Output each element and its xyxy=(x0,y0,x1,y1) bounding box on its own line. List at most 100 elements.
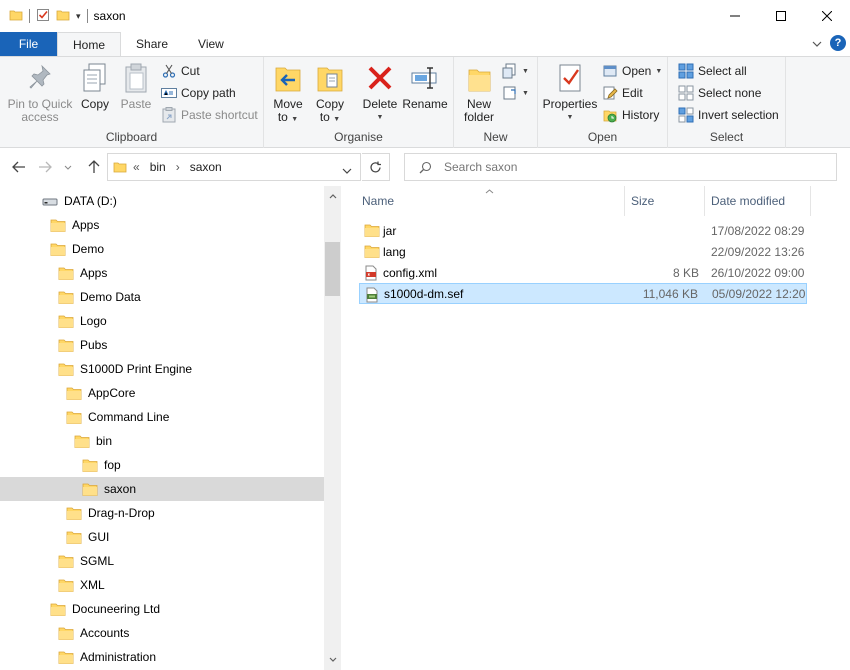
select-all-button[interactable]: Select all xyxy=(678,61,747,81)
tree-item-apps[interactable]: Apps xyxy=(0,213,324,237)
customize-toolbar-icon[interactable]: ▾ xyxy=(76,11,81,22)
tree-item-logo[interactable]: Logo xyxy=(0,309,324,333)
copy-button[interactable]: Copy xyxy=(78,61,112,111)
easy-access-button[interactable]: ▼ xyxy=(502,83,529,103)
folder-icon[interactable] xyxy=(9,8,23,25)
maximize-button[interactable] xyxy=(758,0,804,32)
copy-to-button[interactable]: Copy to ▼ xyxy=(312,61,348,126)
new-item-button[interactable]: ▼ xyxy=(502,61,529,81)
overflow-chevrons[interactable]: « xyxy=(133,160,140,174)
delete-button[interactable]: Delete ▼ xyxy=(360,61,400,124)
folder-icon xyxy=(66,506,82,520)
folder-icon xyxy=(66,530,82,544)
tree-item-command-line[interactable]: Command Line xyxy=(0,405,324,429)
tree-item-gui[interactable]: GUI xyxy=(0,525,324,549)
tree-item-drag-n-drop[interactable]: Drag-n-Drop xyxy=(0,501,324,525)
paste-shortcut-button[interactable]: Paste shortcut xyxy=(161,105,258,125)
tree-item-label: AppCore xyxy=(88,386,136,400)
address-bar[interactable]: « bin › saxon xyxy=(107,153,361,181)
file-row[interactable]: jar 17/08/2022 08:29 xyxy=(359,220,807,241)
column-header-size[interactable]: Size xyxy=(631,186,654,216)
select-none-button[interactable]: Select none xyxy=(678,83,761,103)
pin-to-quick-access-button[interactable]: Pin to Quick access xyxy=(5,61,75,124)
scrollbar-thumb[interactable] xyxy=(325,242,340,296)
back-button[interactable] xyxy=(9,157,29,177)
breadcrumb-separator[interactable]: › xyxy=(176,160,180,174)
tree-item-saxon[interactable]: saxon xyxy=(0,477,324,501)
scroll-down-icon[interactable] xyxy=(324,651,341,668)
ribbon-tabs: File Home Share View ? xyxy=(0,32,850,56)
tab-home[interactable]: Home xyxy=(57,32,122,56)
tab-share[interactable]: Share xyxy=(121,32,183,56)
tree-item-pubs[interactable]: Pubs xyxy=(0,333,324,357)
invert-selection-button[interactable]: Invert selection xyxy=(678,105,779,125)
column-separator[interactable] xyxy=(810,186,811,216)
cut-button[interactable]: Cut xyxy=(161,61,200,81)
column-header-name[interactable]: Name xyxy=(362,186,394,216)
expand-ribbon-icon[interactable] xyxy=(812,36,822,50)
properties-icon xyxy=(554,61,586,95)
minimize-button[interactable] xyxy=(712,0,758,32)
paste-icon xyxy=(120,61,152,95)
properties-check-icon[interactable] xyxy=(36,8,50,25)
tree-item-demo-data[interactable]: Demo Data xyxy=(0,285,324,309)
select-group-label: Select xyxy=(709,130,744,144)
breadcrumb-saxon[interactable]: saxon xyxy=(190,160,222,174)
close-button[interactable] xyxy=(804,0,850,32)
tree-item-appcore[interactable]: AppCore xyxy=(0,381,324,405)
title-bar: ▾ saxon xyxy=(0,0,850,32)
organise-group: Move to ▼ Copy to ▼ Delete ▼ Rename Orga… xyxy=(264,57,454,148)
tree-item-accounts[interactable]: Accounts xyxy=(0,621,324,645)
breadcrumb-bin[interactable]: bin xyxy=(150,160,166,174)
column-separator[interactable] xyxy=(704,186,705,216)
scroll-up-icon[interactable] xyxy=(324,188,341,205)
tree-item-administration[interactable]: Administration xyxy=(0,645,324,669)
tree-item-bin[interactable]: bin xyxy=(0,429,324,453)
file-row[interactable]: lang 22/09/2022 13:26 xyxy=(359,241,807,262)
recent-locations-icon[interactable] xyxy=(61,157,75,177)
up-button[interactable] xyxy=(84,157,104,177)
tree-item-xml[interactable]: XML xyxy=(0,573,324,597)
copy-path-button[interactable]: Copy path xyxy=(161,83,236,103)
open-button[interactable]: Open ▼ xyxy=(602,61,662,81)
new-folder-button[interactable]: New folder xyxy=(460,61,498,124)
history-button[interactable]: History xyxy=(602,105,659,125)
open-dropdown-icon: ▼ xyxy=(655,67,663,75)
folder-icon xyxy=(74,434,90,448)
tree-item-label: XML xyxy=(80,578,105,592)
copy-to-label-line2: to ▼ xyxy=(319,110,341,124)
clipboard-group-label: Clipboard xyxy=(105,130,158,144)
tree-item-s1000d-print-engine[interactable]: S1000D Print Engine xyxy=(0,357,324,381)
tree-item-fop[interactable]: fop xyxy=(0,453,324,477)
tree-item-docuneering-ltd[interactable]: Docuneering Ltd xyxy=(0,597,324,621)
move-to-button[interactable]: Move to ▼ xyxy=(270,61,306,126)
tab-file[interactable]: File xyxy=(0,32,57,56)
folder-icon xyxy=(58,338,74,352)
file-row[interactable]: config.xml 8 KB 26/10/2022 09:00 xyxy=(359,262,807,283)
refresh-button[interactable] xyxy=(362,153,390,181)
tree-item-demo[interactable]: Demo xyxy=(0,237,324,261)
folder-icon xyxy=(58,578,74,592)
forward-button[interactable] xyxy=(35,157,55,177)
history-label: History xyxy=(622,108,660,122)
toolbar-separator xyxy=(29,9,30,23)
properties-button[interactable]: Properties ▼ xyxy=(542,61,598,124)
edit-button[interactable]: Edit xyxy=(602,83,643,103)
rename-button[interactable]: Rename xyxy=(402,61,448,111)
new-folder-icon[interactable] xyxy=(56,8,70,25)
tree-item-label: Logo xyxy=(80,314,107,328)
column-separator[interactable] xyxy=(624,186,625,216)
file-date-modified: 17/08/2022 08:29 xyxy=(711,223,805,238)
paste-button[interactable]: Paste xyxy=(118,61,154,111)
column-header-date-modified[interactable]: Date modified xyxy=(711,186,785,216)
tree-item-sgml[interactable]: SGML xyxy=(0,549,324,573)
help-icon[interactable]: ? xyxy=(830,35,846,51)
tree-item-data-d-[interactable]: DATA (D:) xyxy=(0,189,324,213)
search-box[interactable]: Search saxon xyxy=(404,153,837,181)
address-dropdown-icon[interactable] xyxy=(342,163,352,177)
navigation-scrollbar[interactable] xyxy=(324,186,341,670)
tab-view[interactable]: View xyxy=(183,32,239,56)
file-row[interactable]: s1000d-dm.sef 11,046 KB 05/09/2022 12:20 xyxy=(359,283,807,304)
tree-item-apps[interactable]: Apps xyxy=(0,261,324,285)
folder-icon xyxy=(364,223,380,240)
